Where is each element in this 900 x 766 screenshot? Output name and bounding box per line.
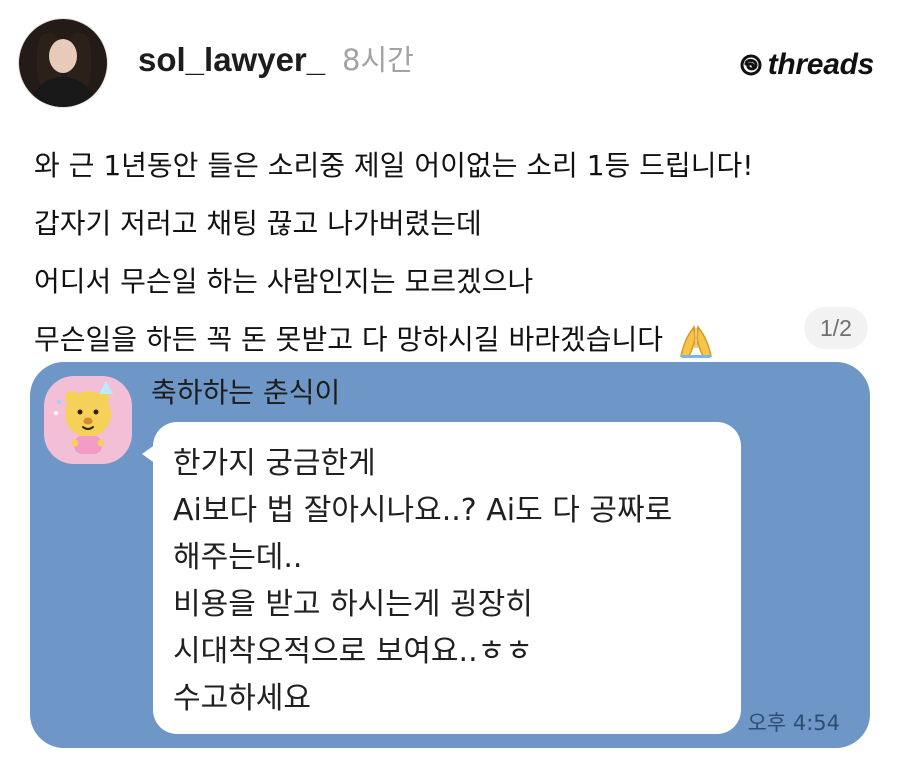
message-line: 시대착오적으로 보여요..ㅎㅎ (173, 634, 533, 669)
chat-screenshot[interactable]: 축하하는 춘식이 한가지 궁금한게 Ai보다 법 잘아시나요..? Ai도 다 … (30, 362, 870, 748)
message-time: 오후 4:54 (747, 711, 840, 735)
threads-icon (738, 52, 764, 78)
profile-avatar[interactable] (18, 18, 108, 108)
chunsik-avatar (44, 376, 132, 464)
threads-brand: threads (738, 48, 874, 82)
message-line: Ai보다 법 잘아시나요..? Ai도 다 공짜로 (173, 493, 673, 528)
folded-hands-icon (676, 322, 716, 360)
post-line: 어디서 무슨일 하는 사람인지는 모르겠으나 (34, 265, 534, 298)
message-line: 비용을 받고 하시는게 굉장히 (173, 587, 533, 622)
message-text: 한가지 궁금한게 Ai보다 법 잘아시나요..? Ai도 다 공짜로 해주는데.… (173, 440, 672, 722)
message-line: 수고하세요 (173, 681, 311, 716)
avatar-face (49, 39, 77, 73)
post-body: 와 근 1년동안 들은 소리중 제일 어이없는 소리 1등 드립니다! 갑자기 … (34, 137, 874, 369)
brand-text: threads (767, 48, 875, 81)
post-line: 와 근 1년동안 들은 소리중 제일 어이없는 소리 1등 드립니다! (34, 149, 754, 182)
username[interactable]: sol_lawyer_ (138, 40, 325, 80)
sender-name: 축하하는 춘식이 (151, 376, 341, 409)
post-time: 8시간 (342, 43, 414, 77)
post-line: 갑자기 저러고 채팅 끊고 나가버렸는데 (34, 207, 482, 240)
post-line-text: 무슨일을 하든 꼭 돈 못받고 다 망하시길 바라겠습니다 (34, 323, 664, 356)
message-bubble: 한가지 궁금한게 Ai보다 법 잘아시나요..? Ai도 다 공짜로 해주는데.… (142, 422, 741, 734)
message-line: 한가지 궁금한게 (173, 446, 376, 481)
message-line: 해주는데.. (173, 540, 303, 575)
post-line: 무슨일을 하든 꼭 돈 못받고 다 망하시길 바라겠습니다 (34, 311, 874, 369)
image-page-counter: 1/2 (804, 307, 868, 349)
